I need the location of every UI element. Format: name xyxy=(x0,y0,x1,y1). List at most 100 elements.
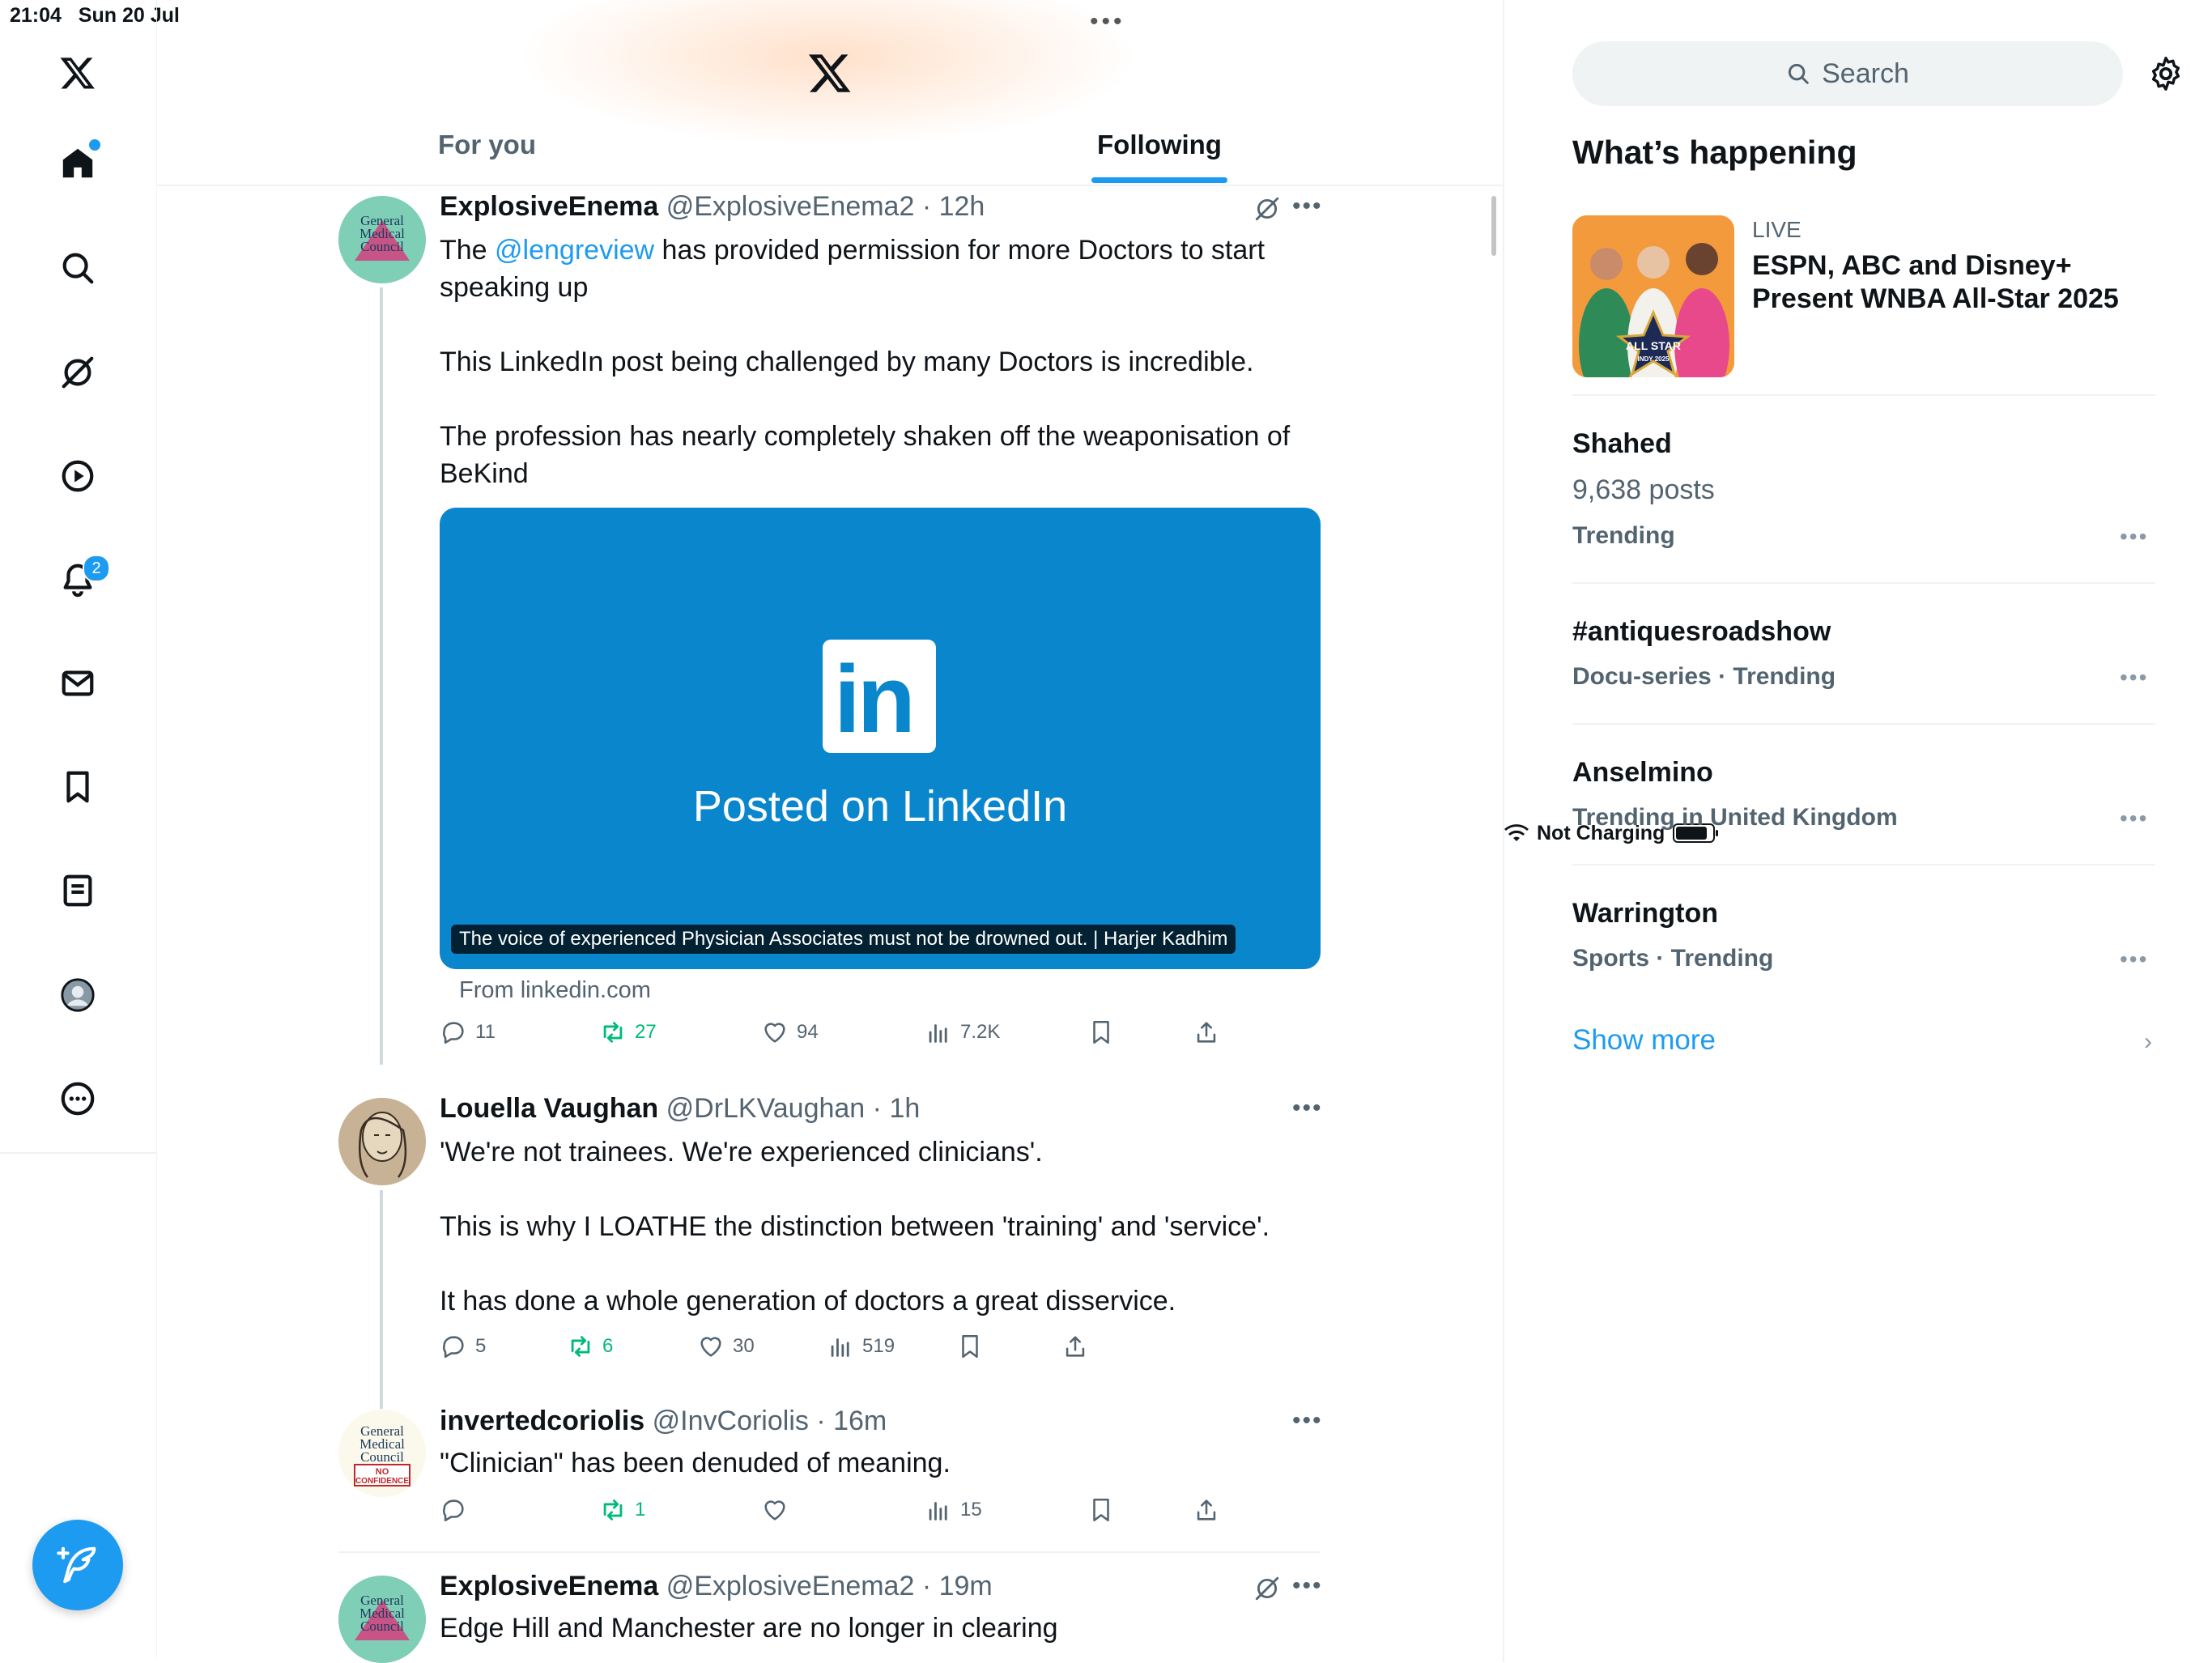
gmc-avatar-image: General Medical Council xyxy=(338,1576,426,1663)
trend-more-icon[interactable]: ••• xyxy=(2120,946,2148,972)
svg-text:Council: Council xyxy=(360,239,404,254)
home-unread-dot xyxy=(89,139,100,151)
trend-title[interactable]: Warrington xyxy=(1572,898,1718,929)
svg-text:CONFIDENCE: CONFIDENCE xyxy=(355,1477,409,1486)
repost-button[interactable]: 6 xyxy=(567,1333,613,1360)
tweet-time[interactable]: 19m xyxy=(939,1571,993,1601)
author-name[interactable]: invertedcoriolis xyxy=(440,1406,644,1436)
like-button[interactable]: 94 xyxy=(761,1019,819,1046)
repost-button[interactable]: 1 xyxy=(599,1496,645,1524)
left-navigation: 2 xyxy=(0,0,157,1658)
section-title: What’s happening xyxy=(1572,134,1857,171)
svg-text:NO: NO xyxy=(376,1467,389,1477)
tweet-text: "Clinician" has been denuded of meaning. xyxy=(440,1448,951,1478)
share-button[interactable] xyxy=(1193,1019,1220,1046)
live-event-title[interactable]: ESPN, ABC and Disney+ Present WNBA All-S… xyxy=(1752,249,2157,316)
views-button[interactable]: 15 xyxy=(925,1496,982,1524)
grok-icon[interactable] xyxy=(1253,1575,1281,1602)
share-button[interactable] xyxy=(1193,1496,1220,1524)
author-handle[interactable]: @DrLKVaughan xyxy=(666,1093,866,1124)
main-timeline: For you Following General Medical Counci… xyxy=(156,0,1503,1663)
trend-meta: Sports · Trending xyxy=(1572,945,1774,972)
more-icon[interactable] xyxy=(53,1074,102,1123)
trend-title[interactable]: #antiquesroadshow xyxy=(1572,616,1831,648)
more-options-icon[interactable]: ••• xyxy=(1292,1572,1323,1600)
heart-icon xyxy=(764,1500,785,1521)
card-caption: The voice of experienced Physician Assoc… xyxy=(451,925,1236,954)
reply-button[interactable] xyxy=(440,1496,475,1524)
live-event-image[interactable]: ALL STAR INDY 2025 xyxy=(1572,215,1734,377)
profile-icon[interactable] xyxy=(53,971,102,1019)
settings-gear-icon[interactable] xyxy=(2147,55,2184,92)
analytics-icon xyxy=(929,1502,947,1521)
avatar[interactable]: General Medical Council xyxy=(338,196,426,283)
svg-text:ALL STAR: ALL STAR xyxy=(1626,339,1681,352)
chevron-right-icon: › xyxy=(2144,1028,2152,1055)
author-handle[interactable]: @ExplosiveEnema2 xyxy=(666,191,915,222)
grok-icon[interactable] xyxy=(1253,195,1281,223)
tweet-time[interactable]: 1h xyxy=(889,1093,920,1124)
video-icon[interactable] xyxy=(53,452,102,500)
views-button[interactable]: 7.2K xyxy=(925,1019,1000,1046)
mention-link[interactable]: @lengreview xyxy=(495,235,654,266)
more-options-icon[interactable]: ••• xyxy=(1292,193,1323,220)
tweet-header: ExplosiveEnema @ExplosiveEnema2 · 12h xyxy=(440,191,985,222)
author-name[interactable]: ExplosiveEnema xyxy=(440,191,658,222)
tab-for-you[interactable]: For you xyxy=(438,130,536,160)
more-options-icon[interactable]: ••• xyxy=(1292,1095,1323,1122)
search-icon xyxy=(1789,63,1809,84)
grok-icon[interactable] xyxy=(53,348,102,397)
trend-title[interactable]: Anselmino xyxy=(1572,757,1713,789)
reply-button[interactable]: 5 xyxy=(440,1333,486,1360)
show-more-link[interactable]: Show more xyxy=(1572,1024,1716,1057)
timeline-header: For you Following xyxy=(156,0,1503,186)
reply-icon xyxy=(443,1022,464,1044)
avatar[interactable]: General Medical Council NO CONFIDENCE xyxy=(338,1410,426,1497)
tweet-divider xyxy=(338,1551,1321,1553)
bookmark-icon xyxy=(962,1334,978,1359)
tweet-header: Louella Vaughan @DrLKVaughan · 1h xyxy=(440,1093,921,1124)
more-options-icon[interactable]: ••• xyxy=(1292,1407,1323,1435)
bookmark-button[interactable] xyxy=(956,1333,984,1360)
analytics-icon xyxy=(929,1024,947,1043)
tweet-time[interactable]: 12h xyxy=(939,191,985,222)
author-name[interactable]: ExplosiveEnema xyxy=(440,1571,658,1601)
messages-icon[interactable] xyxy=(53,659,102,708)
lists-icon[interactable] xyxy=(53,866,102,915)
x-logo-icon[interactable] xyxy=(807,50,853,96)
search-input[interactable]: Search xyxy=(1572,41,2123,106)
card-source[interactable]: From linkedin.com xyxy=(459,977,651,1004)
bookmark-icon xyxy=(1093,1498,1109,1522)
scrollbar[interactable] xyxy=(1491,196,1496,256)
heart-icon xyxy=(764,1023,785,1043)
trend-more-icon[interactable]: ••• xyxy=(2120,524,2148,550)
like-button[interactable] xyxy=(761,1496,797,1524)
share-icon xyxy=(1197,1499,1216,1521)
tab-following[interactable]: Following xyxy=(1097,130,1222,160)
avatar[interactable] xyxy=(338,1098,426,1185)
author-name[interactable]: Louella Vaughan xyxy=(440,1093,658,1124)
bookmark-button[interactable] xyxy=(1087,1496,1115,1524)
x-logo-icon[interactable] xyxy=(53,49,102,97)
avatar[interactable]: General Medical Council xyxy=(338,1576,426,1663)
link-card[interactable]: in Posted on LinkedIn The voice of exper… xyxy=(440,508,1321,969)
bookmark-button[interactable] xyxy=(1087,1019,1115,1046)
share-button[interactable] xyxy=(1061,1333,1089,1360)
compose-post-button[interactable] xyxy=(32,1520,123,1610)
tweet-header: ExplosiveEnema @ExplosiveEnema2 · 19m xyxy=(440,1571,993,1601)
trend-meta: Trending in United Kingdom xyxy=(1572,804,1898,831)
search-icon[interactable] xyxy=(53,244,102,292)
repost-button[interactable]: 27 xyxy=(599,1019,657,1046)
tweet-time[interactable]: 16m xyxy=(833,1406,887,1436)
repost-icon xyxy=(603,1022,623,1043)
compose-feather-icon xyxy=(57,1546,96,1584)
author-handle[interactable]: @ExplosiveEnema2 xyxy=(666,1571,915,1601)
author-handle[interactable]: @InvCoriolis xyxy=(653,1406,809,1436)
trend-title[interactable]: Shahed xyxy=(1572,428,1672,460)
views-button[interactable]: 519 xyxy=(827,1333,895,1360)
trend-more-icon[interactable]: ••• xyxy=(2120,806,2148,832)
trend-more-icon[interactable]: ••• xyxy=(2120,665,2148,691)
bookmarks-icon[interactable] xyxy=(53,763,102,811)
like-button[interactable]: 30 xyxy=(697,1333,755,1360)
reply-button[interactable]: 11 xyxy=(440,1019,496,1046)
